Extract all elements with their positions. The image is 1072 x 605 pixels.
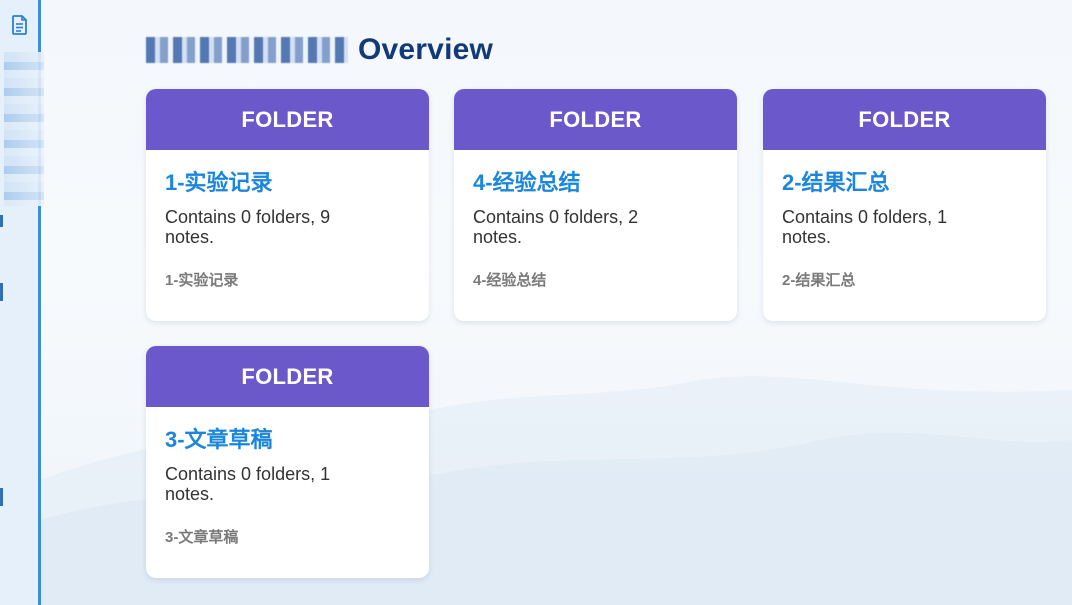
card-type-label: FOLDER bbox=[146, 346, 429, 407]
sidebar-nav-redacted[interactable] bbox=[4, 52, 44, 206]
folder-title[interactable]: 3-文章草稿 bbox=[165, 426, 410, 454]
folder-title[interactable]: 4-经验总结 bbox=[473, 169, 718, 197]
folder-description: Contains 0 folders, 9 notes. bbox=[165, 207, 331, 247]
page-title: Overview bbox=[358, 33, 494, 66]
page-header: Overview bbox=[146, 30, 493, 70]
folder-card[interactable]: FOLDER 2-结果汇总 Contains 0 folders, 1 note… bbox=[763, 89, 1046, 321]
folder-description: Contains 0 folders, 1 notes. bbox=[165, 464, 331, 504]
folder-card[interactable]: FOLDER 1-实验记录 Contains 0 folders, 9 note… bbox=[146, 89, 429, 321]
page-title-redacted bbox=[146, 37, 348, 63]
folder-path: 3-文章草稿 bbox=[165, 529, 239, 546]
card-type-label: FOLDER bbox=[763, 89, 1046, 150]
document-icon[interactable] bbox=[10, 14, 30, 36]
sidebar-marker bbox=[0, 488, 3, 506]
folder-title[interactable]: 2-结果汇总 bbox=[782, 169, 1027, 197]
folder-card[interactable]: FOLDER 3-文章草稿 Contains 0 folders, 1 note… bbox=[146, 346, 429, 578]
folder-card[interactable]: FOLDER 4-经验总结 Contains 0 folders, 2 note… bbox=[454, 89, 737, 321]
sidebar-marker bbox=[0, 283, 3, 301]
folder-path: 1-实验记录 bbox=[165, 272, 239, 289]
card-type-label: FOLDER bbox=[454, 89, 737, 150]
folder-path: 2-结果汇总 bbox=[782, 272, 856, 289]
folder-description: Contains 0 folders, 2 notes. bbox=[473, 207, 639, 247]
folder-path: 4-经验总结 bbox=[473, 272, 547, 289]
card-type-label: FOLDER bbox=[146, 89, 429, 150]
folder-title[interactable]: 1-实验记录 bbox=[165, 169, 410, 197]
sidebar-marker bbox=[0, 215, 3, 227]
sidebar bbox=[0, 0, 44, 605]
folder-description: Contains 0 folders, 1 notes. bbox=[782, 207, 948, 247]
